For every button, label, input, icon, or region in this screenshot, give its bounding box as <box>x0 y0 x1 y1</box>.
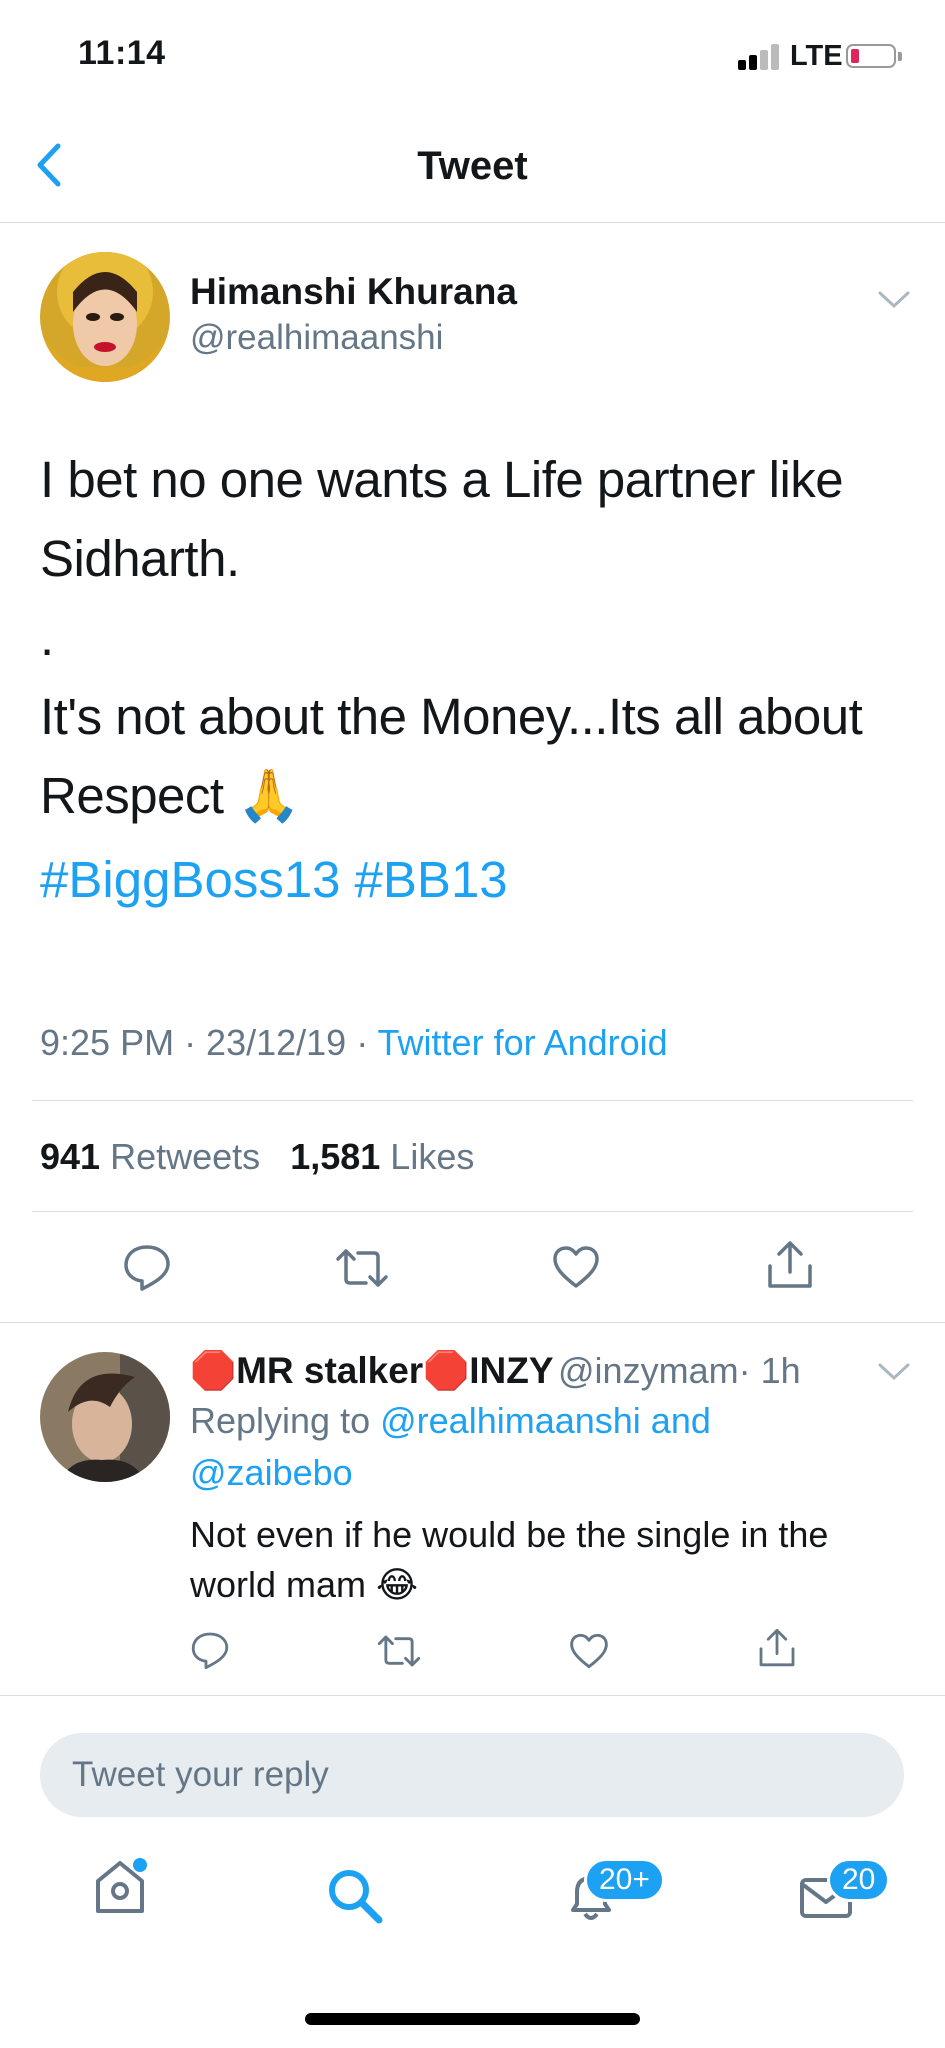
tweet-text: I bet no one wants a Life partner like S… <box>40 440 910 835</box>
reply-author-name[interactable]: 🛑MR stalker🛑INZY <box>190 1350 554 1391</box>
network-type: LTE <box>790 40 843 72</box>
author-handle[interactable]: @realhimaanshi <box>190 318 443 358</box>
reply-time: · 1h <box>738 1350 801 1391</box>
notifications-badge: 20+ <box>584 1858 665 1902</box>
replying-to-link[interactable]: @realhimaanshi and <box>380 1400 711 1441</box>
like-icon[interactable] <box>551 1244 601 1295</box>
likes-stat[interactable]: 1,581 Likes <box>290 1136 474 1177</box>
reply-text-line: Not even if he would be the single in th… <box>190 1514 829 1555</box>
tweet-text-line: Respect 🙏 <box>40 767 301 824</box>
retweet-icon[interactable] <box>376 1632 422 1675</box>
retweet-icon[interactable] <box>334 1245 390 1296</box>
tweet-text-line: . <box>40 609 54 666</box>
home-indicator[interactable] <box>305 2013 640 2025</box>
retweets-label: Retweets <box>110 1136 261 1177</box>
tweet-meta: 9:25 PM · 23/12/19 · Twitter for Android <box>40 1022 668 1064</box>
tweet-stats: 941 Retweets 1,581 Likes <box>40 1136 474 1178</box>
composer-placeholder: Tweet your reply <box>72 1755 329 1794</box>
retweet-count: 941 <box>40 1136 101 1177</box>
status-time: 11:14 <box>78 34 166 72</box>
tweet-timestamp: 9:25 PM · 23/12/19 · <box>40 1022 378 1063</box>
like-count: 1,581 <box>290 1136 381 1177</box>
likes-label: Likes <box>390 1136 475 1177</box>
tweet-source-link[interactable]: Twitter for Android <box>378 1022 668 1063</box>
reply-icon[interactable] <box>122 1242 172 1297</box>
battery-icon <box>846 44 902 68</box>
chevron-down-icon[interactable] <box>877 1362 911 1382</box>
reply-author-handle[interactable]: @inzymam <box>558 1350 739 1391</box>
author-name[interactable]: Himanshi Khurana <box>190 271 517 313</box>
replying-to-link[interactable]: @zaibebo <box>190 1447 711 1499</box>
hashtags: #BiggBoss13 #BB13 <box>40 850 522 909</box>
replying-to-label: Replying to <box>190 1400 371 1441</box>
tweet-divider <box>0 1322 945 1323</box>
stats-divider <box>32 1211 913 1212</box>
tweet-text-line: I bet no one wants a Life partner like <box>40 451 844 508</box>
meta-divider <box>32 1100 913 1101</box>
messages-badge: 20 <box>827 1858 891 1902</box>
reply-text: Not even if he would be the single in th… <box>190 1510 828 1610</box>
replying-to: Replying to @realhimaanshi and @zaibebo <box>190 1395 711 1499</box>
page-title: Tweet <box>417 144 528 188</box>
hashtag-link[interactable]: #BB13 <box>355 851 508 908</box>
reply-icon[interactable] <box>190 1630 230 1675</box>
like-icon[interactable] <box>568 1632 610 1675</box>
reply-composer[interactable]: Tweet your reply <box>40 1733 904 1817</box>
tweet-text-line: It's not about the Money...Its all about <box>40 688 863 745</box>
header-divider <box>0 222 945 223</box>
share-icon[interactable] <box>765 1238 815 1297</box>
reply-header: 🛑MR stalker🛑INZY @inzymam· 1h <box>190 1350 801 1393</box>
hashtag-link[interactable]: #BiggBoss13 <box>40 851 341 908</box>
signal-icon <box>738 44 782 70</box>
reply-avatar[interactable] <box>40 1352 170 1482</box>
reply-divider <box>0 1695 945 1696</box>
tweet-text-line: Sidharth. <box>40 530 240 587</box>
reply-text-line: world mam 😂 <box>190 1564 419 1605</box>
share-icon[interactable] <box>757 1626 797 1675</box>
search-icon[interactable] <box>325 1866 385 1931</box>
author-avatar[interactable] <box>40 252 170 382</box>
home-icon[interactable] <box>90 1855 150 1922</box>
retweets-stat[interactable]: 941 Retweets <box>40 1136 260 1177</box>
chevron-down-icon[interactable] <box>877 290 911 310</box>
